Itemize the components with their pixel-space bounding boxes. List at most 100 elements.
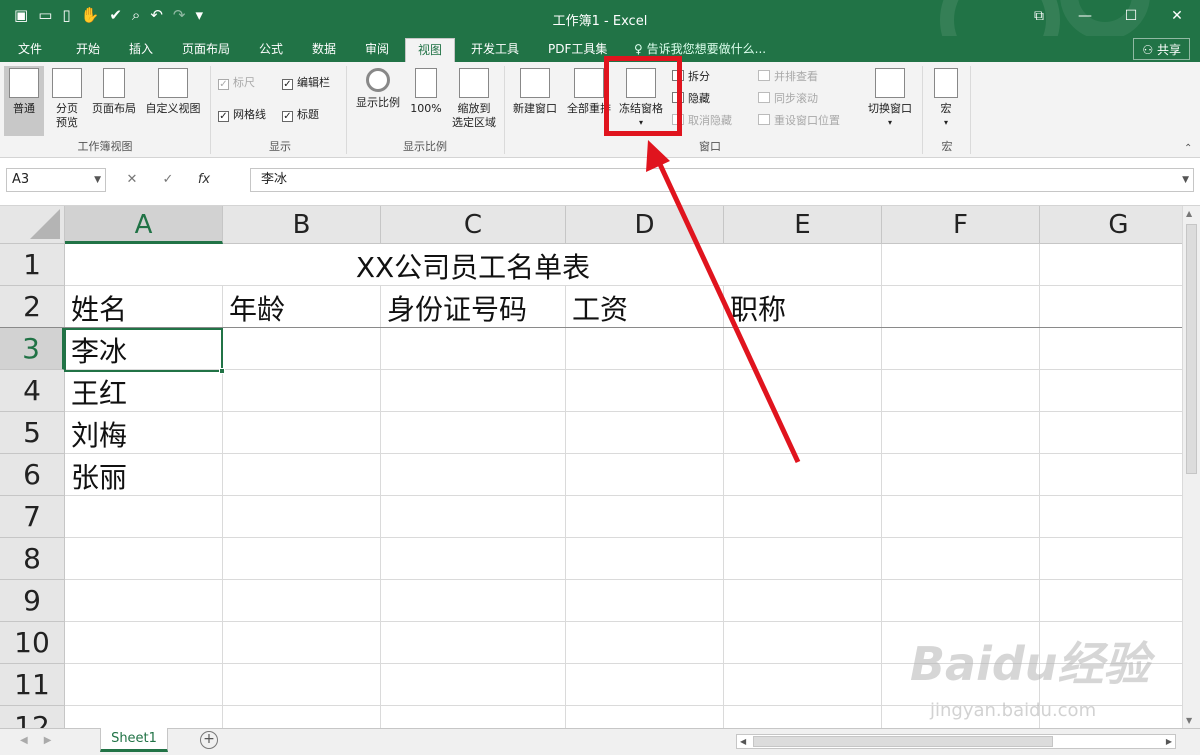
reset-position-icon <box>758 114 770 125</box>
row-header-11[interactable]: 11 <box>0 664 65 706</box>
chevron-down-icon[interactable]: ▼ <box>94 169 101 191</box>
checkbox-icon: ✓ <box>282 79 293 90</box>
cell-name[interactable]: 刘梅 <box>65 414 223 456</box>
grid-icon <box>9 68 39 98</box>
tab-view[interactable]: 视图 <box>405 38 456 62</box>
add-sheet-icon[interactable]: + <box>200 731 218 749</box>
title-bar: ▣ ▭ ▯ ✋ ✔ ⌕ ↶ ↷ ▾ 工作簿1 - Excel ⧉ — ☐ ✕ <box>0 0 1200 36</box>
maximize-icon[interactable]: ☐ <box>1108 0 1154 32</box>
sync-scroll-button[interactable]: 同步滚动 <box>758 90 818 108</box>
scroll-right-icon[interactable]: ▶ <box>1166 735 1172 748</box>
checkbox-icon: ✓ <box>218 111 229 122</box>
cell-header-name[interactable]: 姓名 <box>65 288 223 330</box>
tab-home[interactable]: 开始 <box>64 38 112 62</box>
baidu-watermark-url: jingyan.baidu.com <box>930 700 1097 721</box>
restore-ribbon-icon[interactable]: ⧉ <box>1016 0 1062 32</box>
row-header-1[interactable]: 1 <box>0 244 65 286</box>
page-icon <box>103 68 125 98</box>
page-layout-view-button[interactable]: 页面布局 <box>88 66 140 116</box>
row-header-8[interactable]: 8 <box>0 538 65 580</box>
cell-name[interactable]: 张丽 <box>65 456 223 498</box>
select-all-button[interactable] <box>0 206 65 244</box>
formula-bar-label: 编辑栏 <box>297 76 330 89</box>
cell-header-age[interactable]: 年龄 <box>223 288 381 330</box>
row-header-6[interactable]: 6 <box>0 454 65 496</box>
cancel-icon[interactable]: ✕ <box>114 168 150 192</box>
row-header-10[interactable]: 10 <box>0 622 65 664</box>
custom-views-button[interactable]: 自定义视图 <box>142 66 204 116</box>
lightbulb-icon: ♀ <box>634 42 643 56</box>
tab-file[interactable]: 文件 <box>6 38 54 62</box>
sheet-nav-arrows[interactable]: ◀▶ <box>20 735 67 746</box>
row-header-4[interactable]: 4 <box>0 370 65 412</box>
tab-review[interactable]: 审阅 <box>353 38 401 62</box>
arrange-all-icon <box>574 68 604 98</box>
column-header-f[interactable]: F <box>882 206 1040 244</box>
custom-views-icon <box>158 68 188 98</box>
minimize-icon[interactable]: — <box>1062 0 1108 32</box>
vertical-scrollbar[interactable]: ▲ ▼ <box>1182 206 1200 728</box>
name-box-value: A3 <box>12 172 30 187</box>
magnifier-icon <box>366 68 390 92</box>
tab-insert[interactable]: 插入 <box>117 38 165 62</box>
scroll-down-icon[interactable]: ▼ <box>1186 716 1192 725</box>
row-header-2[interactable]: 2 <box>0 286 65 328</box>
row-header-12[interactable]: 12 <box>0 706 65 728</box>
column-header-e[interactable]: E <box>724 206 882 244</box>
zoom-to-selection-button[interactable]: 缩放到 选定区域 <box>448 66 500 130</box>
group-separator <box>504 66 505 154</box>
column-header-b[interactable]: B <box>223 206 381 244</box>
share-button[interactable]: ⚇ 共享 <box>1133 38 1190 60</box>
cell-name[interactable]: 王红 <box>65 372 223 414</box>
macro-icon <box>934 68 958 98</box>
expand-formula-icon[interactable]: ▼ <box>1182 169 1189 191</box>
headings-checkbox[interactable]: ✓ 标题 <box>282 106 319 124</box>
row-header-3[interactable]: 3 <box>0 328 65 370</box>
scroll-thumb[interactable] <box>1186 224 1197 474</box>
cell-header-salary[interactable]: 工资 <box>566 288 724 330</box>
cell-title[interactable]: XX公司员工名单表 <box>65 246 881 288</box>
tab-data[interactable]: 数据 <box>300 38 348 62</box>
tab-developer[interactable]: 开发工具 <box>459 38 531 62</box>
column-header-g[interactable]: G <box>1040 206 1182 244</box>
row-header-5[interactable]: 5 <box>0 412 65 454</box>
group-label-macros: 宏 <box>941 140 953 153</box>
scroll-thumb[interactable] <box>753 736 1053 747</box>
row-header-9[interactable]: 9 <box>0 580 65 622</box>
enter-icon[interactable]: ✓ <box>150 168 186 192</box>
normal-view-button[interactable]: 普通 <box>4 66 44 136</box>
switch-windows-button[interactable]: 切换窗口 ▾ <box>862 66 918 130</box>
zoom-100-button[interactable]: 100% <box>408 66 444 116</box>
ruler-checkbox[interactable]: ✓ 标尺 <box>218 74 255 92</box>
reset-position-button[interactable]: 重设窗口位置 <box>758 112 840 130</box>
macros-button[interactable]: 宏 ▾ <box>928 66 964 130</box>
select-all-triangle-icon <box>30 209 60 239</box>
column-header-c[interactable]: C <box>381 206 566 244</box>
gridline <box>65 453 1182 454</box>
insert-function-icon[interactable]: fx <box>186 168 222 192</box>
column-header-d[interactable]: D <box>566 206 724 244</box>
collapse-ribbon-icon[interactable]: ⌃ <box>1184 140 1192 158</box>
fill-handle[interactable] <box>219 368 225 374</box>
formula-bar-checkbox[interactable]: ✓ 编辑栏 <box>282 74 330 92</box>
side-by-side-button[interactable]: 并排查看 <box>758 68 818 86</box>
page-break-preview-button[interactable]: 分页 预览 <box>48 66 86 130</box>
column-header-a[interactable]: A <box>65 206 223 244</box>
active-cell-selection[interactable] <box>64 328 225 374</box>
tab-formulas[interactable]: 公式 <box>247 38 295 62</box>
scroll-up-icon[interactable]: ▲ <box>1186 209 1192 218</box>
row-header-7[interactable]: 7 <box>0 496 65 538</box>
zoom-button[interactable]: 显示比例 <box>352 66 404 110</box>
horizontal-scrollbar[interactable]: ◀ ▶ <box>736 734 1176 749</box>
close-icon[interactable]: ✕ <box>1154 0 1200 32</box>
cell-header-id[interactable]: 身份证号码 <box>381 288 566 330</box>
new-window-button[interactable]: 新建窗口 <box>508 66 562 116</box>
formula-input[interactable]: 李冰 ▼ <box>250 168 1194 192</box>
switch-windows-icon <box>875 68 905 98</box>
tab-page-layout[interactable]: 页面布局 <box>170 38 242 62</box>
gridlines-checkbox[interactable]: ✓ 网格线 <box>218 106 266 124</box>
name-box[interactable]: A3 ▼ <box>6 168 106 192</box>
sheet-tab-sheet1[interactable]: Sheet1 <box>100 728 168 752</box>
cell-header-title[interactable]: 职称 <box>724 288 882 330</box>
scroll-left-icon[interactable]: ◀ <box>740 735 746 748</box>
